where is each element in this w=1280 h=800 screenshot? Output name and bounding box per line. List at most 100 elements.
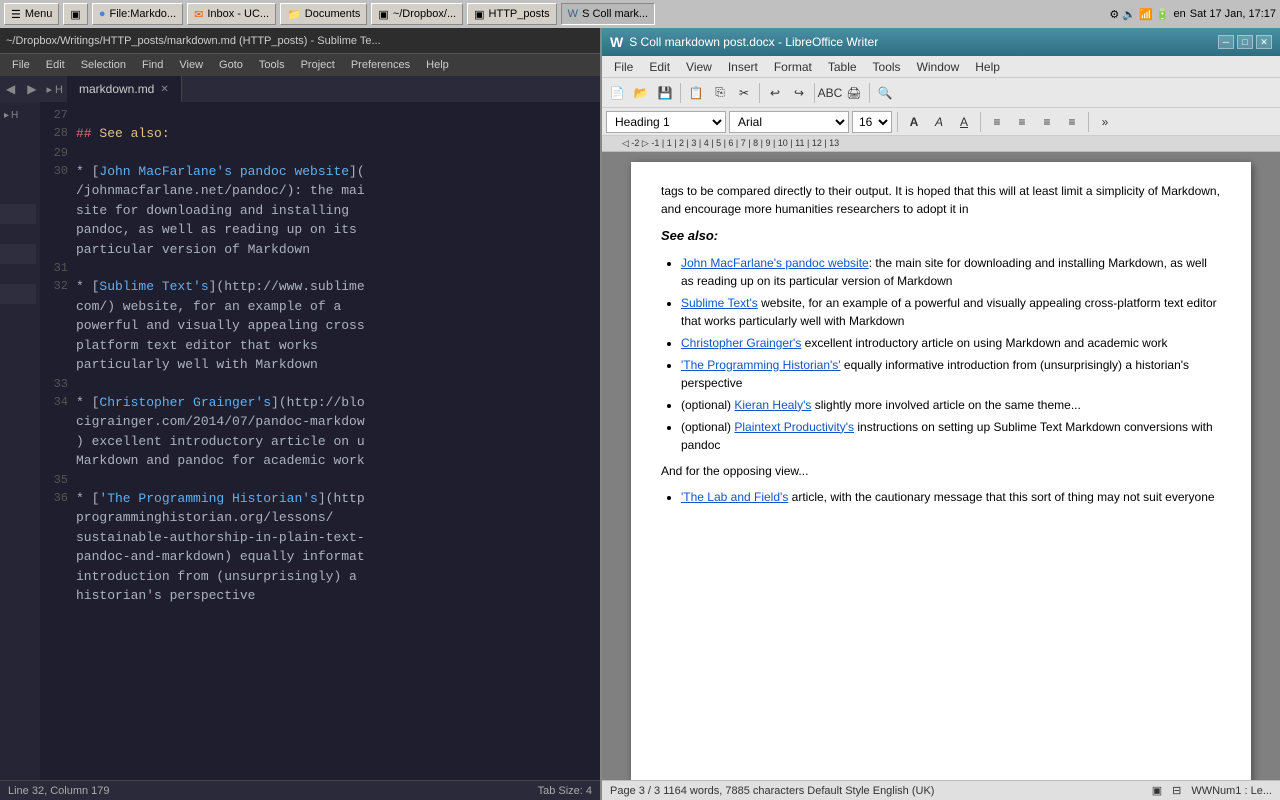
taskbar-dropbox-label: ~/Dropbox/... [393,8,456,20]
lo-opposing-view-text: And for the opposing view... [661,462,1221,480]
sublime-menu-selection[interactable]: Selection [73,57,134,73]
code-line-36: 36 * ['The Programming Historian's](http [40,489,600,509]
menu-icon: ☰ [11,8,21,21]
lo-print-btn[interactable]: 🖨 [843,82,865,104]
lo-view-toggle-2[interactable]: ⊟ [1172,784,1181,797]
lo-minimize-btn[interactable]: ─ [1218,35,1234,49]
sublime-menu-project[interactable]: Project [293,57,343,73]
sublime-menu-tools[interactable]: Tools [251,57,293,73]
lo-align-left-btn[interactable]: ≡ [986,111,1008,133]
lo-font-select[interactable]: Arial [729,111,849,133]
lo-link-kieran[interactable]: Kieran Healy's [734,398,811,412]
lo-bullet-item-2: Sublime Text's website, for an example o… [681,294,1221,330]
lo-link-sublime[interactable]: Sublime Text's [681,296,758,310]
sublime-menu-view[interactable]: View [171,57,211,73]
sublime-menu-goto[interactable]: Goto [211,57,251,73]
lo-see-also-heading: See also: [661,226,1221,246]
lo-paste-btn[interactable]: 📋 [685,82,707,104]
sublime-menu-preferences[interactable]: Preferences [343,57,418,73]
lo-title-text: W S Coll markdown post.docx - LibreOffic… [610,34,878,50]
lo-align-right-btn[interactable]: ≡ [1036,111,1058,133]
lo-more-btn[interactable]: » [1094,111,1116,133]
lo-italic-btn[interactable]: A [928,111,950,133]
lo-link-grainger[interactable]: Christopher Grainger's [681,336,801,350]
main-container: ~/Dropbox/Writings/HTTP_posts/markdown.m… [0,28,1280,800]
folder-chevron-icon: ▸ [4,110,9,121]
lo-menu-edit[interactable]: Edit [641,58,678,76]
lo-find-btn[interactable]: 🔍 [874,82,896,104]
code-line-36e: introduction from (unsurprisingly) a [40,567,600,587]
lo-copy-btn[interactable]: ⎘ [709,82,731,104]
lo-cut-btn[interactable]: ✂ [733,82,755,104]
sublime-menubar: File Edit Selection Find View Goto Tools… [0,54,600,76]
taskbar-chrome-btn[interactable]: ● File:Markdo... [92,3,183,25]
sublime-menu-find[interactable]: Find [134,57,171,73]
lo-link-lab[interactable]: 'The Lab and Field's [681,490,788,504]
lo-format-toolbar: Heading 1 Arial 16 A A A ≡ ≡ ≡ ≡ » [602,108,1280,136]
lo-justify-btn[interactable]: ≡ [1061,111,1083,133]
taskbar-terminal-btn[interactable]: ▣ [63,3,87,25]
lo-menu-help[interactable]: Help [967,58,1008,76]
lo-menu-window[interactable]: Window [909,58,968,76]
lo-underline-btn[interactable]: A [953,111,975,133]
lo-link-plaintext[interactable]: Plaintext Productivity's [734,420,854,434]
lo-menu-insert[interactable]: Insert [720,58,766,76]
taskbar-http-btn[interactable]: ▣ HTTP_posts [467,3,557,25]
lo-new-btn[interactable]: 📄 [606,82,628,104]
lo-align-center-btn[interactable]: ≡ [1011,111,1033,133]
lo-menu-view[interactable]: View [678,58,720,76]
code-line-27: 27 [40,106,600,124]
sidebar-item [0,124,40,204]
lo-bullet-item-3: Christopher Grainger's excellent introdu… [681,334,1221,352]
lo-style-select[interactable]: Heading 1 [606,111,726,133]
lo-maximize-btn[interactable]: □ [1237,35,1253,49]
lo-redo-btn[interactable]: ↪ [788,82,810,104]
lo-open-btn[interactable]: 📂 [630,82,652,104]
lo-link-programming-historian[interactable]: 'The Programming Historian's' [681,358,841,372]
sublime-editor: ▸ H 27 28 ## See also: [0,102,600,780]
taskbar-lo-btn[interactable]: W S Coll mark... [561,3,655,25]
lo-view-toggle-1[interactable]: ▣ [1152,784,1162,797]
sublime-menu-file[interactable]: File [4,57,38,73]
lo-undo-btn[interactable]: ↩ [764,82,786,104]
lo-menu-file[interactable]: File [606,58,641,76]
sidebar-folder[interactable]: ▸ H [0,106,36,124]
code-line-36f: historian's perspective [40,586,600,606]
libreoffice-panel: W S Coll markdown post.docx - LibreOffic… [600,28,1280,800]
taskbar-thunderbird-btn[interactable]: ✉ Inbox - UC... [187,3,276,25]
terminal-icon: ▣ [70,8,80,21]
taskbar-dropbox-btn[interactable]: ▣ ~/Dropbox/... [371,3,463,25]
toolbar-separator-2 [759,83,760,103]
taskbar-documents-label: Documents [305,8,361,20]
nav-back-icon[interactable]: ◀ [0,82,21,96]
lo-ruler: ◁ -2 ▷ -1 | 1 | 2 | 3 | 4 | 5 | 6 | 7 | … [602,136,1280,152]
sublime-menu-help[interactable]: Help [418,57,457,73]
lo-size-select[interactable]: 16 [852,111,892,133]
taskbar-menu-btn[interactable]: ☰ Menu [4,3,59,25]
lo-menu-table[interactable]: Table [820,58,865,76]
code-area[interactable]: 27 28 ## See also: 29 30 * [John MacFarl… [40,102,600,780]
lo-menu-format[interactable]: Format [766,58,820,76]
toolbar-separator-3 [814,83,815,103]
sublime-title-text: ~/Dropbox/Writings/HTTP_posts/markdown.m… [6,35,381,47]
nav-forward-icon[interactable]: ▶ [21,82,42,96]
lo-document-area[interactable]: tags to be compared directly to their ou… [602,152,1280,780]
sublime-tab-markdown[interactable]: markdown.md ✕ [67,76,182,102]
code-line-34c: ) excellent introductory article on u [40,432,600,452]
sublime-menu-edit[interactable]: Edit [38,57,73,73]
sidebar-item2 [0,204,36,224]
lo-link-pandoc[interactable]: John MacFarlane's pandoc website [681,256,869,270]
taskbar-documents-btn[interactable]: 📁 Documents [280,3,367,25]
lo-menu-tools[interactable]: Tools [865,58,909,76]
toolbar-separator-4 [869,83,870,103]
sublime-panel: ~/Dropbox/Writings/HTTP_posts/markdown.m… [0,28,600,800]
lo-intro-text: tags to be compared directly to their ou… [661,182,1221,218]
lo-spell-btn[interactable]: ABC [819,82,841,104]
lo-save-btn[interactable]: 💾 [654,82,676,104]
lo-bold-btn[interactable]: A [903,111,925,133]
lo-close-btn[interactable]: ✕ [1256,35,1272,49]
code-line-35: 35 [40,471,600,489]
taskbar-menu-label: Menu [25,8,53,20]
tab-close-icon[interactable]: ✕ [160,84,168,95]
lo-opposing-list: 'The Lab and Field's article, with the c… [681,488,1221,506]
